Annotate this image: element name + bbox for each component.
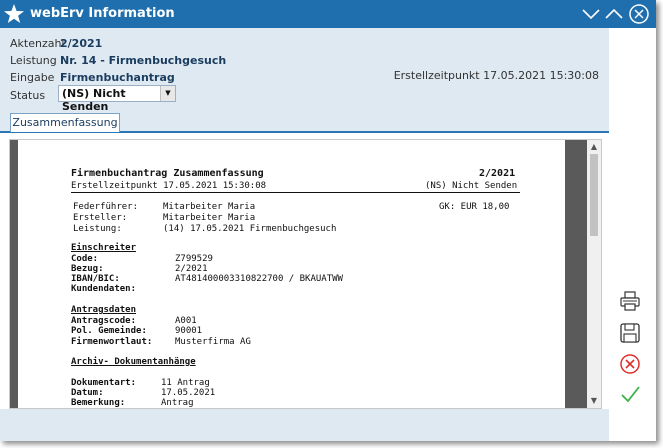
minimize-icon[interactable] (580, 3, 602, 25)
aktenzahl-value: 2/2021 (60, 37, 103, 50)
tab-zusammenfassung[interactable]: Zusammenfassung (10, 113, 120, 132)
print-icon[interactable] (619, 290, 641, 312)
antragscode-label: Antragscode: (71, 316, 137, 326)
doc-subtitle: Erstellzeitpunkt 17.05.2021 15:30:08 (71, 181, 267, 191)
ersteller-label: Ersteller: (73, 213, 128, 223)
bezug-value: 2/2021 (175, 264, 208, 274)
iban-label: IBAN/BIC: (71, 274, 120, 284)
doc-rule (71, 192, 520, 193)
window: webErv Information Aktenzahl 2/2021 Leis… (0, 0, 656, 441)
star-icon (4, 4, 24, 23)
bemerkung-value: Antrag (161, 398, 194, 408)
doc-leistung-value: (14) 17.05.2021 Firmenbuchgesuch (163, 224, 337, 234)
einschreiter-heading: Einschreiter (71, 243, 137, 253)
ersteller-value: Mitarbeiter Maria (163, 213, 256, 223)
erstellzeitpunkt-text: Erstellzeitpunkt 17.05.2021 15:30:08 (393, 69, 599, 82)
cancel-icon[interactable] (619, 353, 641, 375)
leistung-value: Nr. 14 - Firmenbuchgesuch (60, 54, 227, 67)
confirm-icon[interactable] (619, 383, 641, 405)
datum-value: 17.05.2021 (161, 388, 216, 398)
aktenzahl-label: Aktenzahl (10, 37, 65, 50)
dokumentart-label: Dokumentart: (71, 378, 137, 388)
vertical-scrollbar[interactable]: ▲ ▼ (587, 140, 601, 408)
doc-number: 2/2021 (479, 168, 516, 179)
bemerkung-label: Bemerkung: (71, 398, 126, 408)
document-page: Firmenbuchantrag Zusammenfassung 2/2021 … (18, 140, 565, 408)
federfuehrer-label: Federführer: (73, 202, 139, 212)
code-value: Z799529 (175, 254, 213, 264)
federfuehrer-value: Mitarbeiter Maria (163, 202, 256, 212)
status-label: Status (10, 89, 46, 102)
kundendaten-label: Kundendaten: (71, 284, 137, 294)
maximize-icon[interactable] (603, 3, 625, 25)
status-dropdown[interactable]: (NS) Nicht Senden ▼ (58, 85, 176, 113)
archiv-heading: Archiv- Dokumentanhänge (71, 357, 196, 367)
leistung-label: Leistung (10, 54, 57, 67)
scroll-down-icon[interactable]: ▼ (587, 395, 601, 407)
eingabe-value: Firmenbuchantrag (60, 71, 175, 84)
window-title: webErv Information (30, 6, 175, 21)
bottom-bar (0, 409, 609, 441)
viewer-left-margin (10, 140, 18, 408)
antragscode-value: A001 (175, 316, 197, 326)
eingabe-label: Eingabe (10, 71, 55, 84)
gemeinde-value: 90001 (175, 326, 203, 336)
bezug-label: Bezug: (71, 264, 104, 274)
iban-value: AT481400003310822700 / BKAUATWW (175, 274, 343, 284)
code-label: Code: (71, 254, 99, 264)
scroll-thumb[interactable] (590, 154, 598, 236)
doc-status: (NS) Nicht Senden (425, 181, 518, 191)
antragsdaten-heading: Antragsdaten (71, 305, 137, 315)
side-action-bar (609, 28, 656, 441)
status-selected-value: (NS) Nicht Senden (62, 87, 126, 113)
scroll-up-icon[interactable]: ▲ (587, 141, 601, 153)
viewer-right-margin (565, 140, 587, 408)
doc-title: Firmenbuchantrag Zusammenfassung (71, 168, 264, 179)
chevron-down-icon[interactable]: ▼ (160, 86, 175, 101)
gemeinde-label: Pol. Gemeinde: (71, 326, 147, 336)
title-bar: webErv Information (0, 0, 656, 28)
datum-label: Datum: (71, 388, 104, 398)
dokumentart-value: 11 Antrag (161, 378, 210, 388)
save-icon[interactable] (619, 322, 641, 344)
firmenwortlaut-value: Musterfirma AG (175, 337, 251, 347)
doc-leistung-label: Leistung: (73, 224, 122, 234)
firmenwortlaut-label: Firmenwortlaut: (71, 337, 153, 347)
gk-value: GK: EUR 18,00 (439, 202, 510, 212)
close-icon[interactable] (628, 3, 650, 25)
